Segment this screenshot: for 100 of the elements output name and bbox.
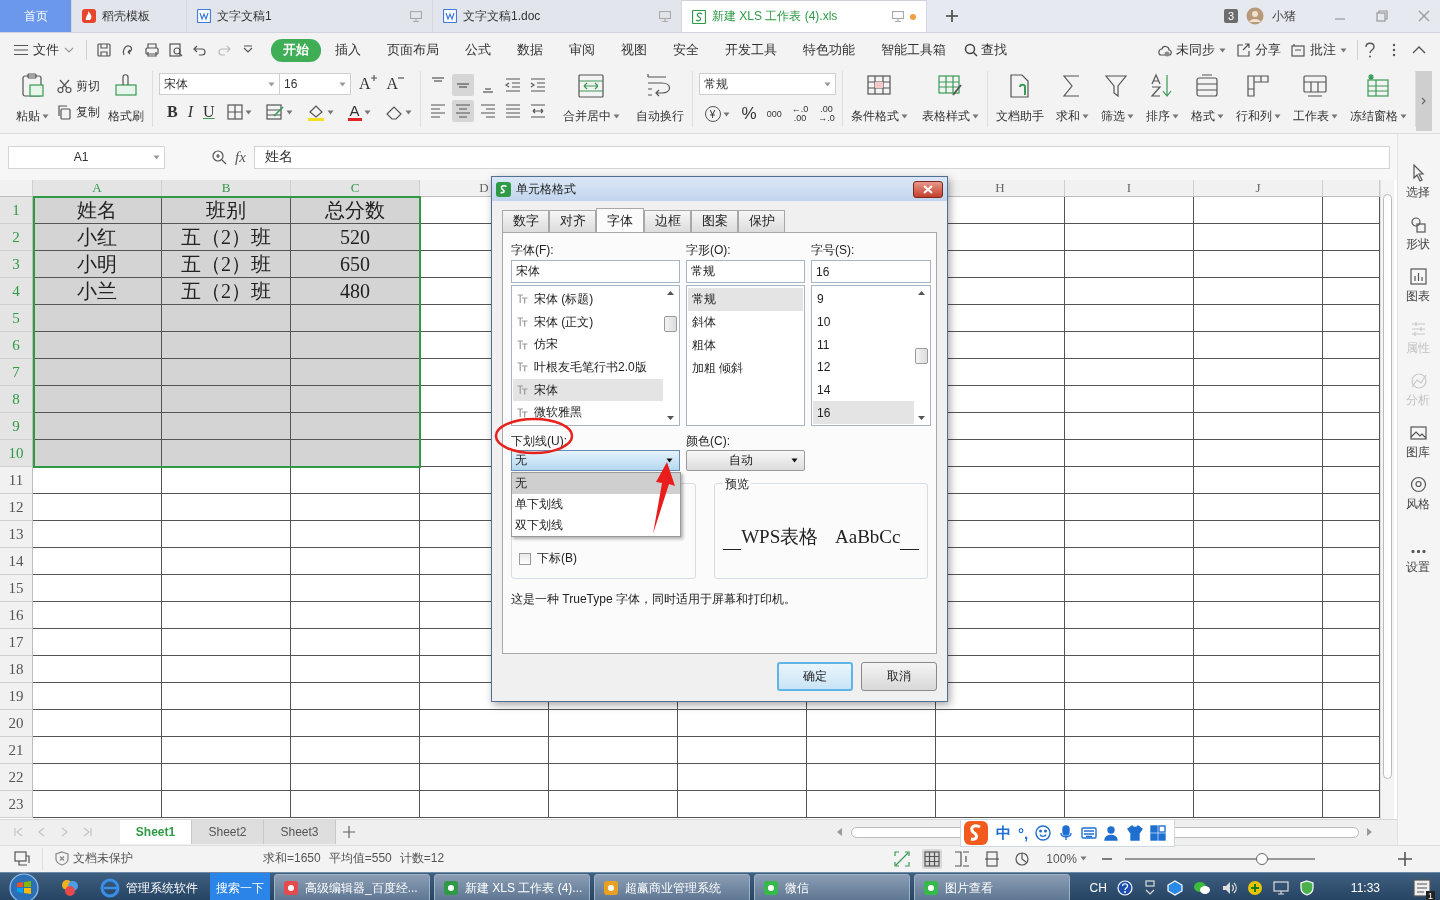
row-header[interactable]: 19 [0,683,33,710]
list-item[interactable]: 加粗 倾斜 [688,357,803,380]
sheet-tab[interactable]: Sheet3 [264,820,336,845]
menu-item[interactable]: 单下划线 [512,494,680,515]
ribbon-tab[interactable]: 特色功能 [791,38,867,62]
table-cell[interactable]: 小红 [33,224,162,251]
list-item[interactable]: 宋体 (正文) [513,310,663,334]
ribbon-tab[interactable]: 页面布局 [375,38,451,62]
dialog-tab[interactable]: 字体 [596,208,644,233]
user-name[interactable]: 小猪 [1272,7,1296,25]
row-header[interactable]: 15 [0,575,33,602]
sheet-tab[interactable]: Sheet2 [192,820,264,845]
row-header[interactable]: 17 [0,629,33,656]
copy-button[interactable]: 复制 [57,102,100,122]
shrink-font-button[interactable]: A [386,75,405,93]
ribbon-tab[interactable]: 安全 [661,38,711,62]
browser-tab[interactable]: 新建 XLS 工作表 (4).xls [682,0,927,32]
table-cell[interactable]: 520 [291,224,420,251]
file-menu[interactable]: 文件 [8,41,80,59]
function-button[interactable]: fx [235,148,246,166]
dialog-tab[interactable]: 边框 [644,210,691,232]
name-box[interactable]: A1 [8,145,165,169]
browser-tab[interactable]: 稻壳模板 [72,0,187,32]
font-color-button[interactable]: A [345,101,373,123]
grow-font-button[interactable]: A [359,75,377,93]
column-header[interactable]: I [1065,180,1194,197]
window-count[interactable]: 3 [1223,9,1238,23]
ok-button[interactable]: 确定 [777,662,853,691]
row-header[interactable]: 16 [0,602,33,629]
column-header[interactable]: J [1194,180,1323,197]
cancel-button[interactable]: 取消 [861,662,937,691]
number-format-button[interactable]: 000 [766,109,782,119]
number-format-button[interactable]: .00 →.0 [818,105,835,123]
clock[interactable]: 11:33 [1350,881,1380,895]
table-cell[interactable]: 小兰 [33,278,162,305]
size-field[interactable]: 16 [811,260,931,283]
sidebar-button[interactable]: 设置 [1398,546,1438,576]
sidebar-button[interactable]: 图表 [1398,268,1438,320]
underline-button[interactable]: U [203,103,215,121]
sheet-tab[interactable]: Sheet1 [120,820,192,845]
font-list[interactable]: 宋体 (标题) 宋体 (正文) 仿宋 叶根友毛笔行书2.0版 宋体 微软雅黑 [511,285,680,426]
list-item[interactable]: 宋体 (标题) [513,288,663,311]
table-cell[interactable]: 480 [291,278,420,305]
sidebar-button[interactable]: 形状 [1398,216,1438,268]
wrap-text-button[interactable]: 自动换行 [633,71,686,125]
ribbon-tab[interactable]: 开发工具 [713,38,789,62]
number-format-button[interactable]: ←.0 .00 [791,105,809,123]
dialog-tab[interactable]: 对齐 [549,210,596,232]
cut-button[interactable]: 剪切 [57,76,100,96]
taskbar-button[interactable]: 新建 XLS 工作表 (4)... [434,874,590,900]
row-header[interactable]: 22 [0,764,33,791]
table-cell[interactable]: 班别 [162,197,291,224]
list-item[interactable]: 14 [813,378,914,402]
taskbar-button[interactable]: 管理系统软件 [92,874,206,900]
menu-item[interactable]: 双下划线 [512,515,680,536]
table-cell[interactable]: 五（2）班 [162,224,291,251]
tool-button[interactable]: 冻结窗格 [1347,71,1409,125]
protection-button[interactable]: 文档未保护 [55,850,133,867]
toolbar-button[interactable]: 批注 [1291,41,1347,59]
list-item[interactable]: 10 [813,310,914,334]
taskbar-button[interactable]: 超赢商业管理系统 [594,874,750,900]
input-mode[interactable]: 中 [996,823,1011,843]
ribbon-tab[interactable]: 智能工具箱 [869,38,958,62]
row-header[interactable]: 20 [0,710,33,737]
zoom-level-button[interactable]: 100% [1046,851,1087,866]
style-field[interactable]: 常规 [686,260,805,283]
toolbar-button[interactable]: 分享 [1236,41,1281,59]
taskbar-button[interactable]: 微信 [754,874,910,900]
list-item[interactable]: 12 [813,356,914,379]
table-cell[interactable]: 总分数 [291,197,420,224]
style-list[interactable]: 常规 斜体 粗体 加粗 倾斜 [686,285,805,426]
list-item[interactable]: 粗体 [688,334,803,357]
dialog-tab[interactable]: 图案 [691,210,738,232]
color-dropdown[interactable]: 自动 [686,450,805,471]
sidebar-button[interactable]: 选择 [1398,164,1438,216]
sidebar-button[interactable]: 风格 [1398,476,1438,528]
tool-button[interactable]: 求和 [1053,71,1091,125]
table-cell[interactable]: 650 [291,251,420,278]
merge-center-button[interactable]: 合并居中 [560,71,622,125]
list-item[interactable]: 叶根友毛笔行书2.0版 [513,356,663,379]
tool-button[interactable]: 格式 [1188,71,1226,125]
format-painter-button[interactable]: 格式刷 [106,71,146,125]
table-cell[interactable]: 五（2）班 [162,278,291,305]
row-header[interactable]: 18 [0,656,33,683]
number-format-button[interactable]: % [741,105,757,123]
size-list[interactable]: 9 10 11 12 14 16 [811,285,931,426]
ribbon-tab[interactable]: 插入 [323,38,373,62]
browser-tab[interactable]: 文字文稿1 [187,0,433,32]
font-size-field[interactable]: 16 [280,73,351,95]
tool-button[interactable]: 条件格式 [848,71,910,125]
taskbar-button[interactable]: 图片查看 [914,874,1070,900]
language-indicator[interactable]: CH [1089,881,1107,895]
ribbon-tab[interactable]: 视图 [609,38,659,62]
list-item[interactable]: 微软雅黑 [513,401,663,425]
row-header[interactable]: 23 [0,791,33,818]
taskbar-button[interactable]: 搜索一下 [210,873,270,900]
tool-button[interactable]: 工作表 [1290,71,1340,125]
font-field[interactable]: 宋体 [511,260,680,283]
tool-button[interactable]: 排序 [1143,71,1181,125]
taskbar-button[interactable]: 高级编辑器_百度经... [274,874,430,900]
